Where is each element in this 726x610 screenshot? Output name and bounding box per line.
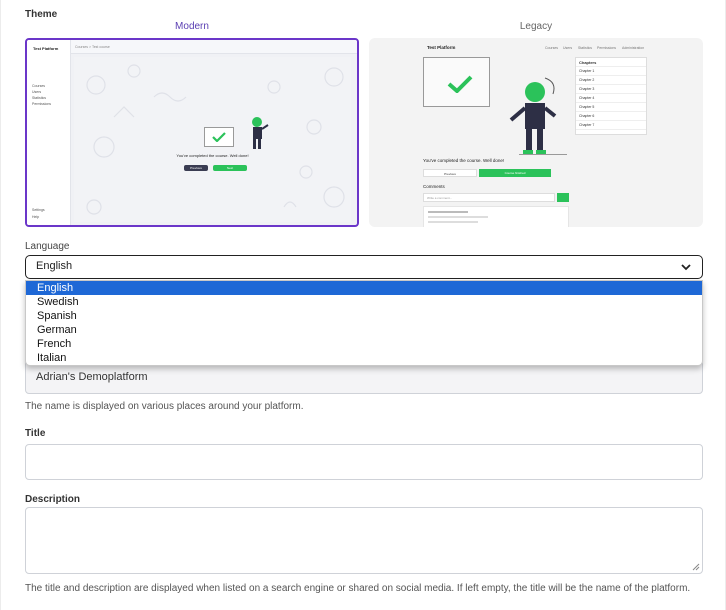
language-option-french[interactable]: French — [26, 337, 702, 351]
legacy-preview-comment — [423, 206, 569, 227]
page-left-border — [0, 0, 1, 610]
legacy-preview-chapter: Chapter 1 — [576, 67, 646, 76]
platform-name-help: The name is displayed on various places … — [25, 401, 304, 412]
modern-preview-nav-item: Permissions — [32, 102, 52, 106]
legacy-preview-floor-line — [519, 154, 567, 155]
language-select-value: English — [36, 260, 73, 272]
legacy-preview-comment-input: Write a comment... — [423, 193, 555, 202]
modern-preview-next-button: Next — [213, 165, 247, 171]
language-option-italian[interactable]: Italian — [26, 351, 702, 365]
legacy-preview-comment-send — [557, 193, 569, 202]
legacy-preview-chapter: Chapter 6 — [576, 112, 646, 121]
language-select[interactable]: English — [25, 255, 703, 279]
legacy-preview-chapter: Chapter 5 — [576, 103, 646, 112]
modern-preview-nav-item: Settings — [32, 208, 45, 212]
legacy-preview-chapter: Chapter 7 — [576, 121, 646, 130]
theme-name-legacy: Legacy — [519, 21, 553, 32]
modern-preview-breadcrumb: Courses > Test course — [75, 45, 110, 49]
modern-preview-nav-item: Users — [32, 90, 42, 94]
legacy-preview-finished-button: Course finished — [479, 169, 551, 177]
language-dropdown-list: English Swedish Spanish German French It… — [25, 280, 703, 366]
language-option-english[interactable]: English — [26, 281, 702, 295]
chevron-down-icon — [681, 264, 691, 271]
theme-card-legacy[interactable]: Test Platform Courses Users Statistics P… — [369, 38, 703, 227]
legacy-preview-chapters-heading: Chapters — [576, 58, 646, 67]
legacy-preview-chapter: Chapter 3 — [576, 85, 646, 94]
check-icon — [212, 132, 226, 142]
modern-preview-nav-item: Statistics — [32, 96, 47, 100]
legacy-preview-chapter-list: Chapters Chapter 1 Chapter 2 Chapter 3 C… — [575, 57, 647, 135]
legacy-preview-comments-heading: Comments — [423, 184, 445, 189]
language-option-swedish[interactable]: Swedish — [26, 295, 702, 309]
legacy-preview-chapter: Chapter 4 — [576, 94, 646, 103]
legacy-preview-nav-item: Courses — [545, 46, 559, 50]
description-textarea[interactable] — [25, 507, 703, 574]
description-help: The title and description are displayed … — [25, 583, 691, 594]
language-label: Language — [25, 241, 70, 252]
title-input[interactable] — [25, 444, 703, 480]
modern-preview-previous-button: Previous — [184, 165, 208, 171]
legacy-preview-person-illustration — [509, 77, 557, 154]
legacy-preview-nav-item: Permissions — [597, 46, 617, 50]
theme-name-modern: Modern — [175, 21, 209, 32]
modern-preview-person-illustration — [252, 117, 269, 149]
check-icon — [447, 75, 473, 93]
modern-preview-topbar: Courses > Test course — [71, 40, 357, 54]
title-label: Title — [25, 428, 46, 439]
theme-card-modern[interactable]: Test Platform Courses Users Statistics P… — [25, 38, 359, 227]
modern-preview-sidebar: Test Platform Courses Users Statistics P… — [27, 40, 71, 225]
modern-preview-content: You've completed the course. Well done! … — [74, 57, 351, 222]
legacy-preview-chapter: Chapter 2 — [576, 76, 646, 85]
description-label: Description — [25, 494, 81, 505]
modern-preview-brand: Test Platform — [33, 46, 59, 51]
modern-preview-nav-item: Help — [32, 215, 40, 219]
legacy-preview-message: You've completed the course. Well done! — [423, 158, 505, 163]
language-option-spanish[interactable]: Spanish — [26, 309, 702, 323]
resize-handle-icon[interactable] — [692, 563, 700, 571]
theme-label: Theme — [25, 9, 58, 20]
legacy-preview-brand: Test Platform — [427, 45, 456, 50]
legacy-preview-nav-item: Users — [563, 46, 573, 50]
language-option-german[interactable]: German — [26, 323, 702, 337]
legacy-preview-nav-item: Administration — [622, 46, 645, 50]
modern-preview-message: You've completed the course. Well done! — [176, 153, 249, 158]
legacy-preview-nav-item: Statistics — [578, 46, 593, 50]
modern-preview-nav-item: Courses — [32, 84, 46, 88]
legacy-preview-previous-button: Previous — [423, 169, 477, 177]
